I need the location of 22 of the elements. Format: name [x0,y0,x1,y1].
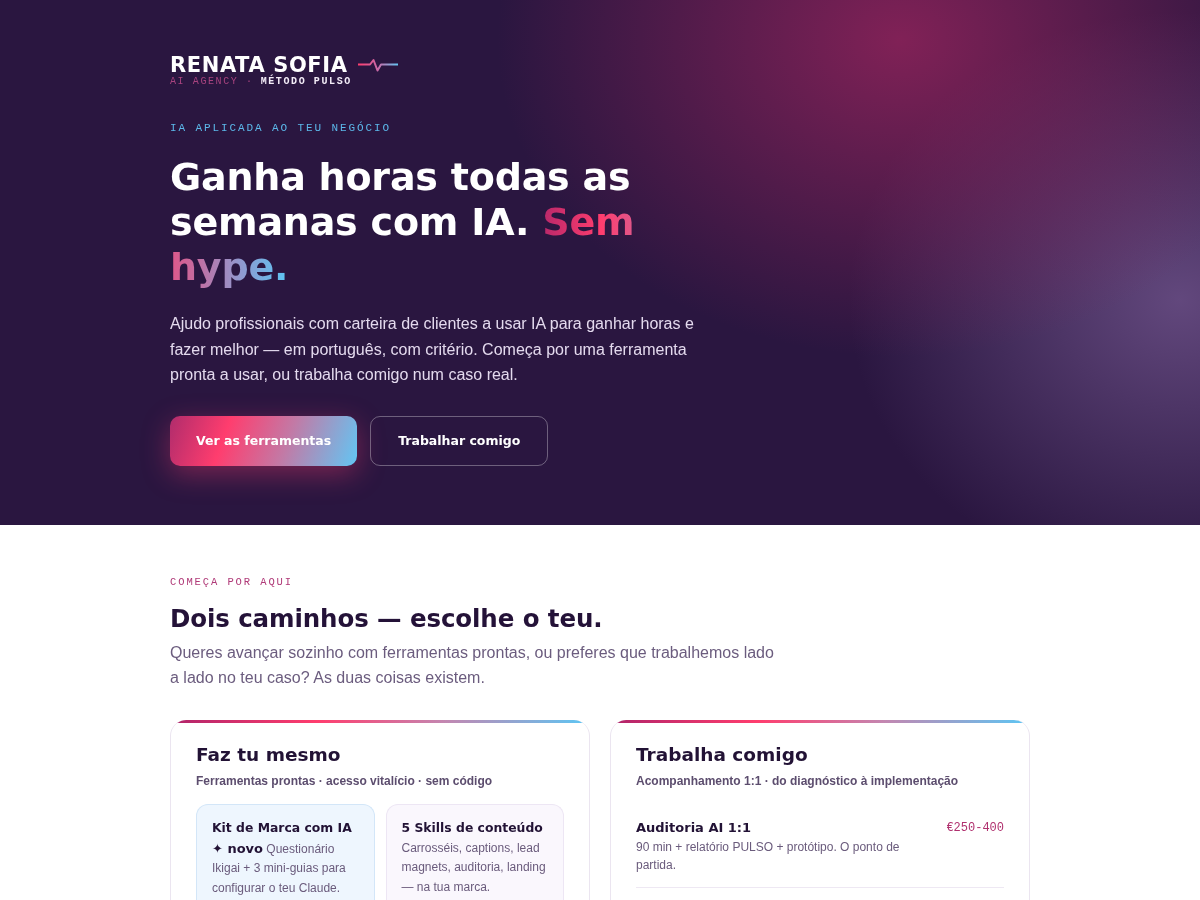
outline-button[interactable]: Trabalhar comigo [370,415,549,466]
service-description: 90 min + relatório PULSO + protótipo. O ponto de partida. [636,838,901,874]
card-subtitle: Acompanhamento 1:1 · do diagnóstico à implementação [636,772,959,789]
product-title: Kit de Marca com IA [212,818,353,837]
card-title: Trabalha comigo [636,742,808,767]
card-subtitle: Ferramentas prontas · acesso vitalício · sem código [196,772,493,789]
card-title: Faz tu mesmo [196,742,341,767]
brand-method: MÉTODO PULSO [260,76,352,88]
service-price: €250-400 [946,819,1004,837]
brand-tagline: AI AGENCY · [170,76,254,88]
service-name: Auditoria AI 1:1 [636,818,753,837]
hero-lead: Ajudo profissionais com carteira de clientes a usar IA para ganhar horas e fazer melhor — em português, com critério. Começa por uma ferramenta pronta a usar, ou trabalha comigo num caso real. [170,314,695,385]
product-description: Carrosséis, captions, lead magnets, auditoria, landing — na tua marca. [401,839,547,896]
product-card[interactable]: 5 Skills de conteúdo Carrosséis, captions, lead magnets, auditoria, landing — na tua marca. [385,803,564,900]
section-subtitle: Queres avançar sozinho com ferramentas prontas, ou preferes que trabalhemos lado a lado no teu caso? As duas coisas existem. [170,643,775,688]
section-eyebrow: COMEÇA POR AQUI [170,576,293,589]
hero-eyebrow: IA APLICADA AO TEU NEGÓCIO [170,121,392,135]
product-description: ✦ novo Questionário Ikigai + 3 mini-guias para configurar o teu Claude. [212,839,347,897]
product-title: 5 Skills de conteúdo [401,818,544,837]
pulse-line-icon [357,58,398,72]
section-title: Dois caminhos — escolhe o teu. [170,602,603,635]
product-card[interactable]: Kit de Marca com IA ✦ novo Questionário Ikigai + 3 mini-guias para configurar o teu Claude. [196,803,375,900]
